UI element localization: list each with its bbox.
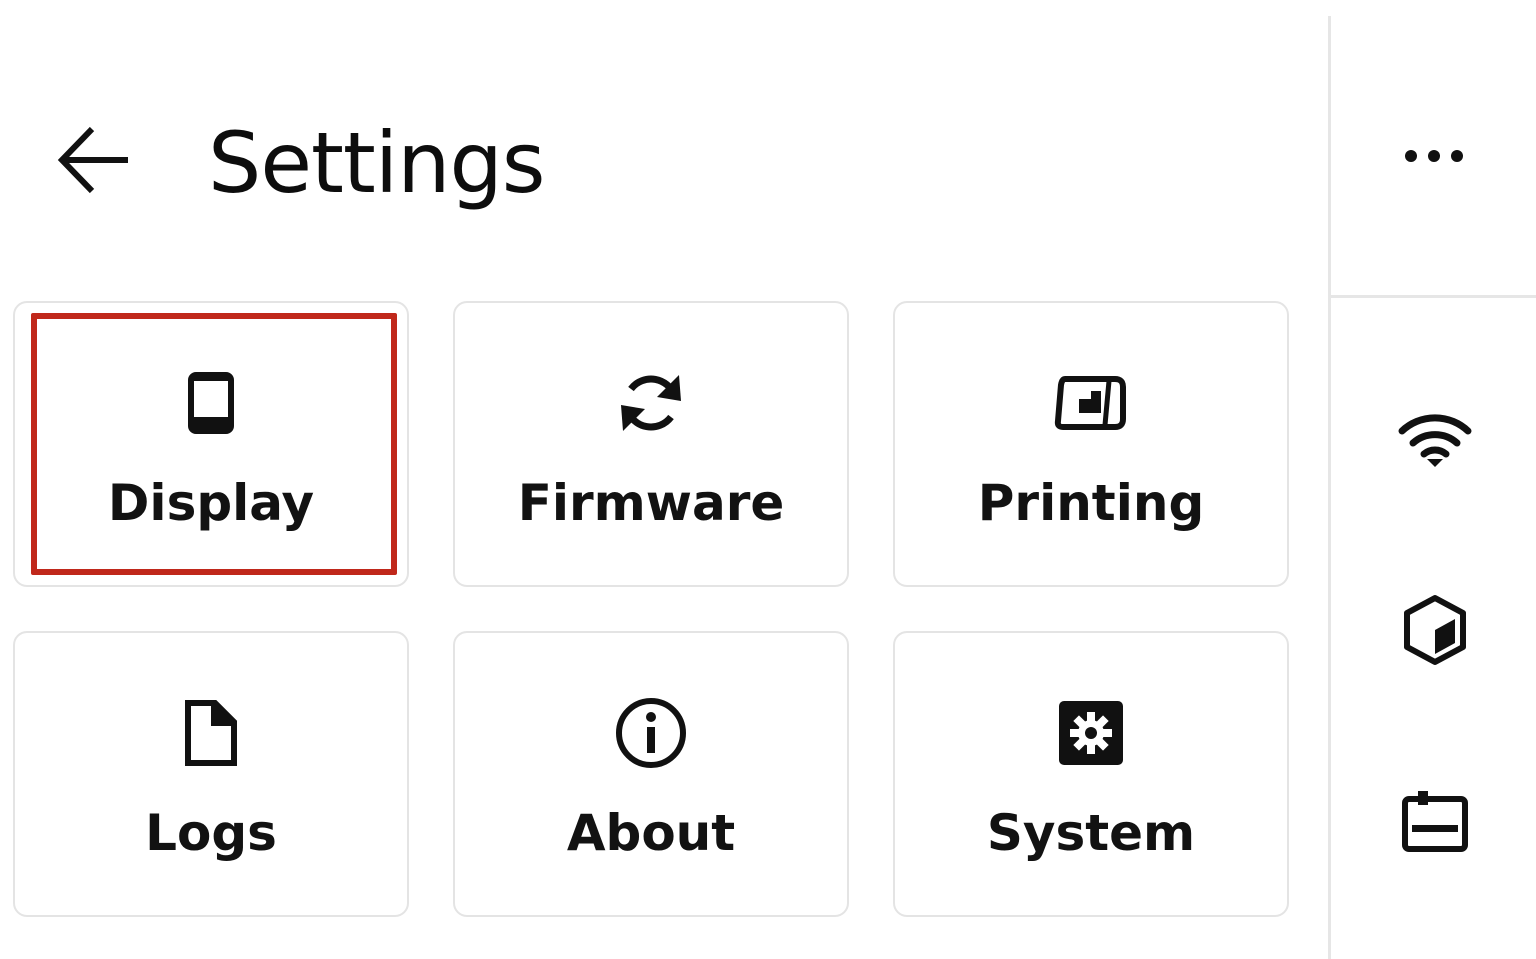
firmware-label: Firmware [517,474,785,532]
system-tile[interactable]: System [893,631,1289,917]
refresh-icon [621,375,681,431]
settings-screen: Settings Display Firmware Printing Logs … [0,0,1536,959]
gear-icon [1059,701,1123,765]
arrow-left-icon [57,126,128,194]
wifi-button[interactable] [1383,392,1487,488]
back-button[interactable] [52,120,136,200]
side-toolbar [1331,0,1536,959]
firmware-tile[interactable]: Firmware [453,301,849,587]
page-title: Settings [208,114,546,212]
logs-label: Logs [145,804,277,862]
about-tile[interactable]: About [453,631,849,917]
display-label: Display [107,474,315,532]
about-label: About [566,804,736,862]
cube-icon [1404,595,1466,665]
header: Settings [0,90,1328,230]
wifi-icon [1398,414,1472,467]
display-tile[interactable]: Display [13,301,409,587]
horizontal-divider [1331,295,1536,298]
printer-status-icon [1402,791,1468,852]
main-panel: Settings Display Firmware Printing Logs … [0,0,1328,959]
printing-label: Printing [977,474,1205,532]
printer-tray-icon [1054,376,1126,430]
tablet-icon [188,372,234,434]
system-label: System [986,804,1196,862]
printing-tile[interactable]: Printing [893,301,1289,587]
info-icon [616,698,686,768]
logs-tile[interactable]: Logs [13,631,409,917]
printer-status-button[interactable] [1383,772,1487,868]
more-options-button[interactable] [1383,108,1487,204]
file-icon [185,700,237,766]
cube-button[interactable] [1383,582,1487,678]
more-options-icon [1405,150,1463,162]
